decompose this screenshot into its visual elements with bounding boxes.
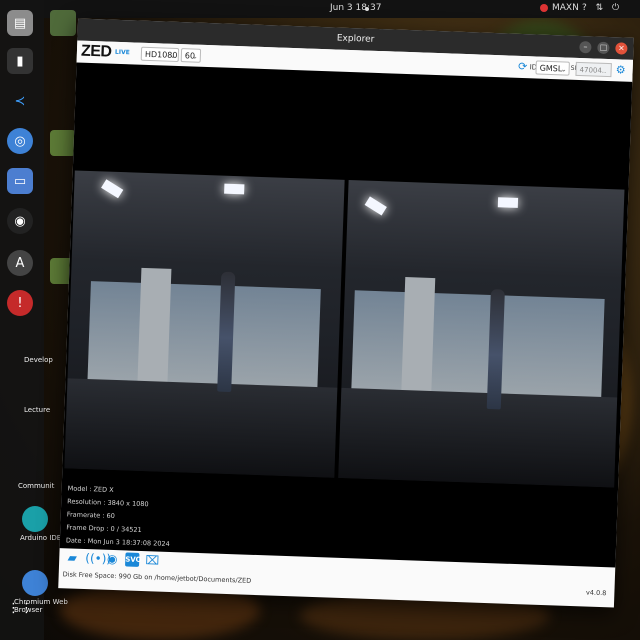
floor [338, 387, 618, 488]
power-mode-label: MAXN [552, 3, 579, 13]
system-top-bar: Jun 3 18:37 MAXN ? ⇅ ⏻ [0, 0, 640, 18]
desktop-nvidia-icon[interactable] [50, 130, 76, 156]
right-camera-image [338, 180, 625, 488]
app-window-icon[interactable]: ▭ [7, 168, 33, 194]
record-icon[interactable]: ◉ [105, 552, 119, 566]
window-title: Explorer [336, 33, 375, 45]
disk-status-text: Disk Free Space: 990 Gb on /home/jetbot/… [62, 570, 252, 585]
glass-wall [351, 290, 605, 399]
explorer-window: Explorer – □ × ZED LIVE HD1080 ⌄ 60 ⌄ ⟳ … [58, 18, 634, 608]
ceiling-light [364, 196, 387, 216]
settings-gear-icon[interactable]: ⚙ [614, 63, 626, 76]
desktop-item-label: Arduino IDE [20, 534, 62, 542]
minimize-button[interactable]: – [579, 40, 592, 54]
system-clock[interactable]: Jun 3 18:37 [330, 3, 381, 13]
files-icon[interactable]: ▤ [7, 10, 33, 36]
fps-select[interactable]: 60 ⌄ [180, 48, 202, 63]
vscode-icon[interactable]: ≺ [7, 88, 33, 114]
version-label: v4.0.8 [585, 588, 607, 598]
serial-number-field[interactable]: 47004.. [575, 61, 612, 78]
ceiling-light [497, 197, 519, 208]
desktop-item-label: Lecture [24, 406, 51, 414]
svo-icon[interactable]: SVO [125, 552, 142, 567]
resolution-select[interactable]: HD1080 ⌄ [140, 46, 180, 63]
maximize-button[interactable]: □ [597, 41, 610, 55]
error-icon[interactable]: ! [7, 290, 33, 316]
zed-logo: ZED [80, 42, 112, 61]
info-date: Date : Mon Jun 3 18:37:08 2024 [65, 536, 170, 548]
serial-number-value: 47004.. [579, 66, 607, 75]
obs-icon[interactable]: ◉ [7, 208, 33, 234]
live-badge: LIVE [114, 48, 130, 57]
glass-wall [87, 281, 321, 390]
desktop-folder-icon[interactable] [50, 10, 76, 36]
close-button[interactable]: × [615, 42, 628, 55]
chromium-desktop-icon[interactable] [22, 570, 48, 596]
folder-icon[interactable]: ▰ [65, 550, 79, 564]
bottom-toolbar: ▰ ((•)) ◉ SVO ⌧ [65, 550, 159, 567]
system-status-area[interactable]: MAXN [540, 3, 579, 13]
arduino-icon[interactable] [22, 506, 48, 532]
application-dock: ▤ ▮ ≺ ◎ ▭ ◉ A ! ⋮⋮ [0, 0, 44, 640]
desktop-item-label: Communit [18, 482, 55, 490]
desktop-item-label: Develop [24, 356, 53, 364]
camera-viewer[interactable]: Model : ZED X Resolution : 3840 x 1080 F… [59, 62, 633, 568]
terminal-icon[interactable]: ▮ [7, 48, 33, 74]
system-tray-icons[interactable]: ? ⇅ ⏻ [582, 3, 622, 13]
camera-snapshot-icon[interactable]: ⌧ [145, 553, 159, 567]
chromium-icon[interactable]: ◎ [7, 128, 33, 154]
ceiling-light [224, 183, 245, 195]
chevron-down-icon: ⌄ [169, 51, 177, 60]
floor [64, 378, 338, 478]
software-icon[interactable]: A [7, 250, 33, 276]
chevron-down-icon: ⌄ [560, 65, 567, 74]
refresh-icon[interactable]: ⟳ [516, 60, 528, 73]
camera-id-select[interactable]: GMSL - 0 ⌄ [535, 60, 570, 87]
stream-icon[interactable]: ((•)) [85, 551, 111, 566]
ceiling-light [101, 179, 124, 199]
camera-info-panel: Model : ZED X Resolution : 3840 x 1080 F… [66, 482, 172, 551]
left-camera-image [64, 170, 345, 478]
desktop-item-label: Chromium Web Browser [14, 598, 68, 614]
record-indicator-icon [540, 3, 548, 12]
chevron-down-icon: ⌄ [191, 52, 198, 61]
notification-dot [365, 7, 369, 11]
